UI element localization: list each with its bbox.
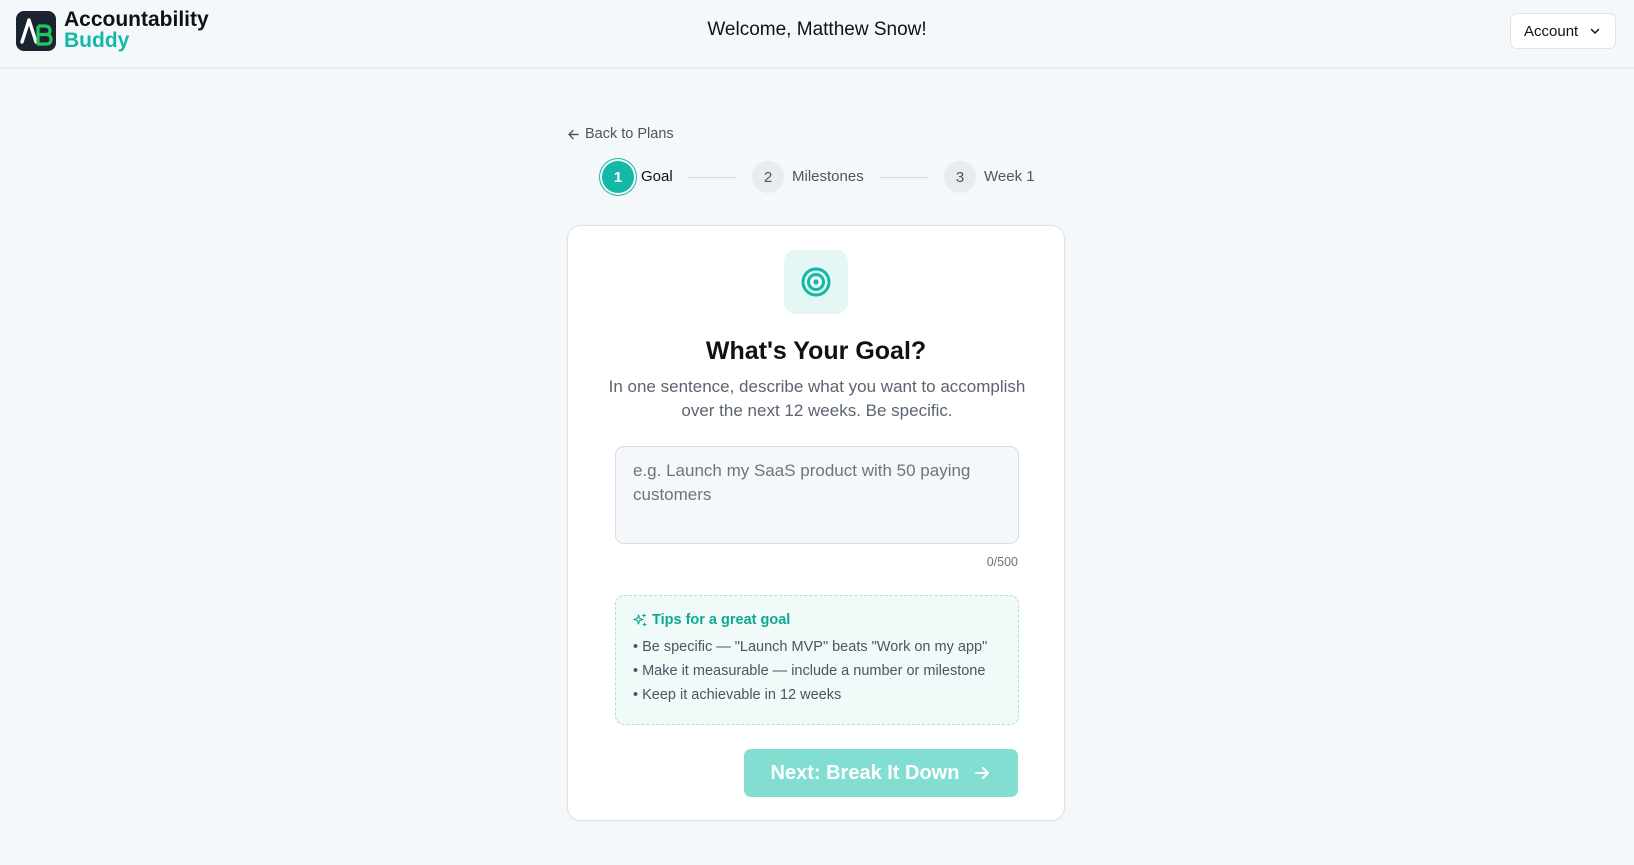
tip-item: • Keep it achievable in 12 weeks <box>633 687 842 703</box>
tips-box: Tips for a great goal • Be specific — "L… <box>615 595 1019 725</box>
step-connector <box>688 177 736 178</box>
next-button-label: Next: Break It Down <box>770 761 960 784</box>
sparkles-icon <box>633 613 647 627</box>
char-counter: 0/500 <box>986 555 1018 569</box>
account-label: Account <box>1524 22 1579 40</box>
account-dropdown-button[interactable]: Account <box>1510 13 1616 49</box>
tips-header: Tips for a great goal <box>633 612 1001 628</box>
step-3-label: Week 1 <box>984 168 1035 185</box>
step-1-label: Goal <box>641 168 673 185</box>
tip-item: • Be specific — "Launch MVP" beats "Work… <box>633 639 988 655</box>
goal-input[interactable] <box>615 446 1019 544</box>
card-title: What's Your Goal? <box>705 337 927 365</box>
step-connector <box>880 177 928 178</box>
goal-card: What's Your Goal? In one sentence, descr… <box>567 225 1065 821</box>
step-1-circle: 1 <box>602 161 634 193</box>
chevron-down-icon <box>1590 28 1600 34</box>
target-icon <box>801 267 831 297</box>
tips-title: Tips for a great goal <box>652 612 791 628</box>
step-2-label: Milestones <box>792 168 864 185</box>
back-to-plans-link[interactable]: Back to Plans <box>567 126 674 142</box>
arrow-left-icon <box>568 129 579 139</box>
back-label: Back to Plans <box>585 126 674 142</box>
step-2-circle: 2 <box>752 161 784 193</box>
target-icon-container <box>784 250 848 314</box>
top-header: Accountability Buddy Welcome, Matthew Sn… <box>0 0 1634 68</box>
next-break-it-down-button[interactable]: Next: Break It Down <box>744 749 1018 797</box>
arrow-right-icon <box>975 767 990 779</box>
tip-item: • Make it measurable — include a number … <box>633 663 986 679</box>
welcome-message: Welcome, Matthew Snow! <box>707 19 927 40</box>
card-subtitle: In one sentence, describe what you want … <box>608 377 1026 420</box>
step-3-circle: 3 <box>944 161 976 193</box>
